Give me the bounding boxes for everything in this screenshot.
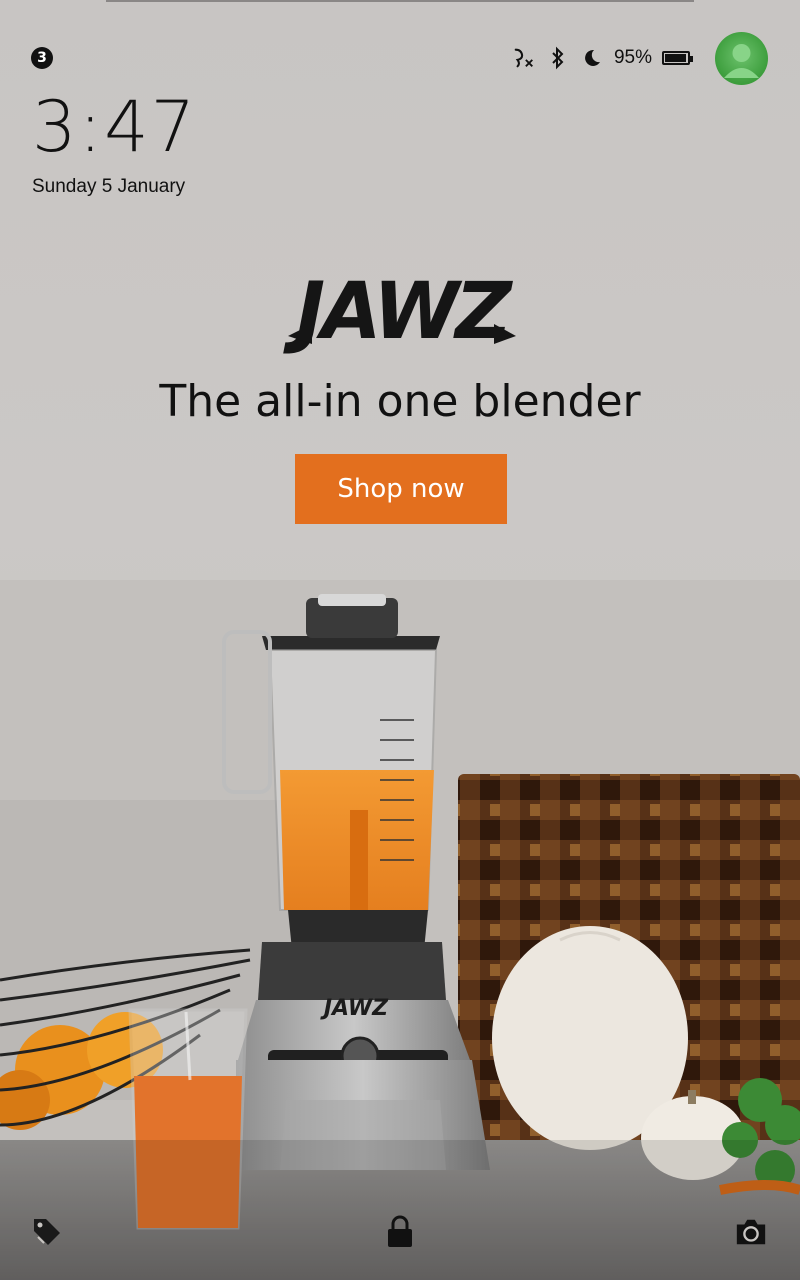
lock-date: Sunday 5 January bbox=[32, 176, 186, 197]
user-avatar-icon bbox=[724, 44, 759, 78]
battery-fill bbox=[665, 54, 686, 62]
battery-icon bbox=[662, 51, 693, 65]
jawz-logo-text: JAWZ bbox=[283, 267, 513, 357]
jawz-logo: JAWZ bbox=[282, 266, 522, 358]
user-avatar[interactable] bbox=[715, 32, 768, 85]
camera-icon[interactable] bbox=[734, 1214, 768, 1250]
ad-product-photo: JAWZ bbox=[0, 580, 800, 1280]
status-bar-right: 95% bbox=[512, 44, 693, 72]
notification-count-badge[interactable]: 3 bbox=[31, 47, 53, 69]
shop-now-button[interactable]: Shop now bbox=[295, 454, 507, 524]
ad-tagline: The all-in one blender bbox=[159, 376, 641, 427]
top-handle bbox=[106, 0, 694, 2]
lock-screen: 3 95% 3:47 Sunday 5 January JAWZ The all… bbox=[0, 0, 800, 1280]
lock-clock: 3:47 bbox=[32, 86, 198, 168]
call-muted-icon bbox=[512, 46, 536, 70]
battery-percent: 95% bbox=[613, 47, 652, 68]
do-not-disturb-moon-icon bbox=[580, 46, 604, 70]
offers-tag-icon[interactable] bbox=[30, 1214, 64, 1250]
lock-icon[interactable] bbox=[383, 1214, 417, 1250]
blender-logo-text: JAWZ bbox=[320, 996, 389, 1021]
bluetooth-icon bbox=[546, 46, 570, 70]
